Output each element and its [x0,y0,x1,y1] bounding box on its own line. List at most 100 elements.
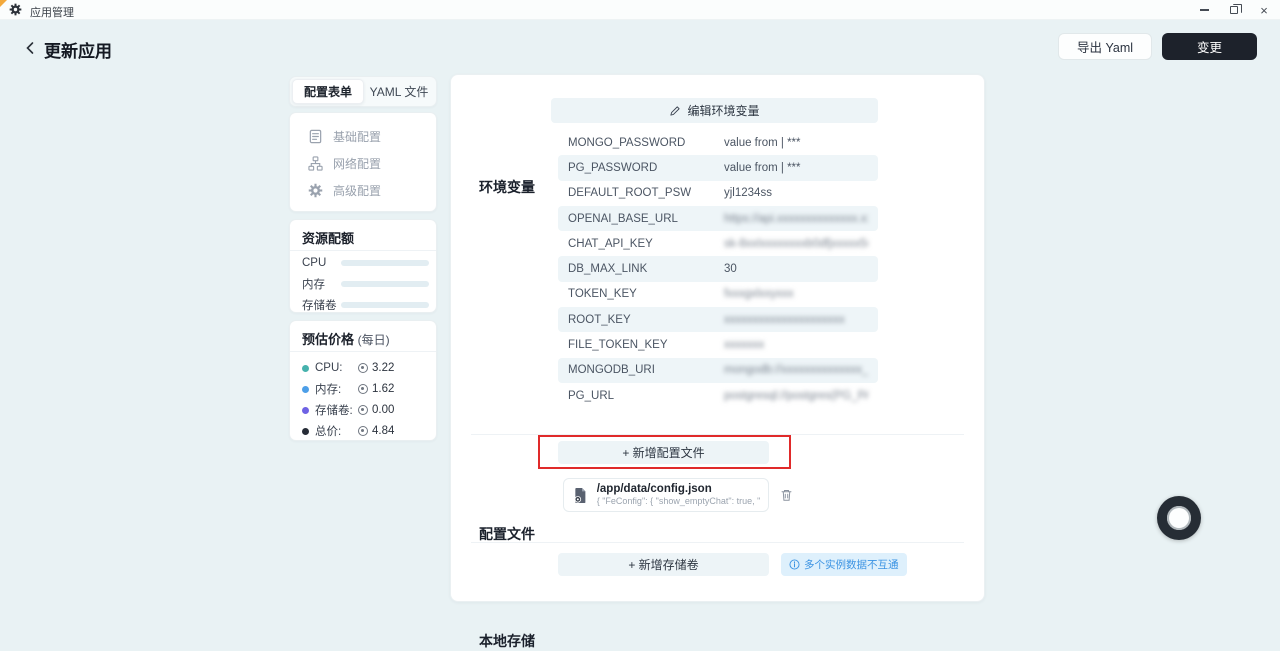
resource-quota-title: 资源配额 [302,228,354,247]
env-key: MONGO_PASSWORD [568,137,724,149]
brand-corner-decoration [0,0,7,7]
pencil-icon [669,105,681,117]
price-row-total: 总价: 4.84 [302,424,394,438]
price-label: 内存: [315,381,358,397]
edit-env-button[interactable]: 编辑环境变量 [551,98,878,123]
resource-quota-card: 资源配额 CPU 内存 存储卷 [289,219,437,313]
config-file-texts: /app/data/config.json { "FeConfig": { "s… [597,483,760,507]
config-tab-group: 配置表单 YAML 文件 [289,76,437,107]
env-row: ROOT_KEY xxxxxxxxxxxxxxxxxxxxx [558,307,878,332]
memory-progress-track [341,281,429,287]
app-logo-gear-icon [9,3,22,16]
tab-config-form[interactable]: 配置表单 [292,79,364,104]
resource-row-volume: 存储卷 [302,298,429,312]
titlebar: 应用管理 × [0,0,1280,20]
main-config-panel: 环境变量 编辑环境变量 MONGO_PASSWORD value from | … [450,74,985,602]
env-key: MONGODB_URI [568,364,724,376]
env-key: ROOT_KEY [568,314,724,326]
price-title-subtitle: (每日) [358,333,390,347]
price-value: 3.22 [372,362,394,374]
env-row: FILE_TOKEN_KEY xxxxxxx [558,332,878,357]
restore-icon [1230,6,1238,14]
gear-icon [308,183,323,198]
click-indicator [1157,496,1201,540]
section-divider [471,542,964,543]
env-row: MONGODB_URI mongodb://xxxxxxxxxxxxxx_PA5… [558,358,878,383]
sidebar-item-label: 网络配置 [333,155,381,172]
volume-color-dot [302,407,309,414]
env-key: DB_MAX_LINK [568,263,724,275]
minimize-icon [1200,9,1209,11]
env-value-redacted: xxxxxxxxxxxxxxxxxxxxx [724,314,868,326]
export-yaml-button[interactable]: 导出 Yaml [1058,33,1152,60]
resource-row-cpu: CPU [302,256,429,270]
env-row: PG_PASSWORD value from | *** [558,155,878,180]
price-title-text: 预估价格 [302,332,354,347]
env-row: OPENAI_BASE_URL https://api.xxxxxxxxxxxx… [558,206,878,231]
add-volume-button[interactable]: + 新增存储卷 [558,553,769,576]
env-row: TOKEN_KEY fxxxgxlxxyxxx [558,282,878,307]
price-row-memory: 内存: 1.62 [302,382,394,396]
price-value: 1.62 [372,383,394,395]
env-row: DEFAULT_ROOT_PSW yjl1234ss [558,181,878,206]
env-row: DB_MAX_LINK 30 [558,256,878,281]
env-value-redacted: postgresql://postgres(PG_PA55... [724,390,868,402]
env-value: value from | *** [724,137,868,149]
env-key: DEFAULT_ROOT_PSW [568,187,724,199]
coin-icon [358,384,368,394]
tab-yaml-file[interactable]: YAML 文件 [364,79,434,104]
window-minimize-button[interactable] [1189,0,1219,20]
cpu-color-dot [302,365,309,372]
env-key: FILE_TOKEN_KEY [568,339,724,351]
file-gear-icon [572,486,589,505]
coin-icon [358,405,368,415]
env-row: CHAT_API_KEY sk-8xxIxxxxxxxxb0dfjxxxxx5u… [558,231,878,256]
env-value: value from | *** [724,162,868,174]
env-value-redacted: https://api.xxxxxxxxxxxxxx.xx/v1 [724,213,868,225]
add-config-file-button[interactable]: + 新增配置文件 [558,441,769,464]
form-icon [308,129,323,144]
cpu-progress-track [341,260,429,266]
trash-icon [780,488,793,502]
sidebar-item-basic-config[interactable]: 基础配置 [290,123,436,150]
env-key: CHAT_API_KEY [568,238,724,250]
price-row-volume: 存储卷: 0.00 [302,403,394,417]
edit-env-button-label: 编辑环境变量 [687,102,759,119]
apply-button[interactable]: 变更 [1162,33,1257,60]
total-color-dot [302,428,309,435]
env-key: OPENAI_BASE_URL [568,213,724,225]
divider [290,351,436,352]
env-value: yjl1234ss [724,187,868,199]
storage-notice-text: 多个实例数据不互通 [804,557,899,572]
window-restore-button[interactable] [1219,0,1249,20]
resource-row-memory: 内存 [302,277,429,291]
config-file-preview: { "FeConfig": { "show_emptyChat": true, … [597,496,760,507]
back-button[interactable] [20,38,40,58]
divider [290,250,436,251]
estimated-price-card: 预估价格 (每日) CPU: 3.22 内存: 1.62 存储卷: 0.00 总… [289,320,437,441]
price-label: 存储卷: [315,402,358,418]
sidebar-item-advanced-config[interactable]: 高级配置 [290,177,436,204]
config-file-card[interactable]: /app/data/config.json { "FeConfig": { "s… [563,478,769,512]
sidebar-item-label: 基础配置 [333,128,381,145]
coin-icon [358,363,368,373]
env-key: PG_URL [568,390,724,402]
coin-icon [358,426,368,436]
price-value: 0.00 [372,404,394,416]
resource-label: 存储卷 [302,297,341,313]
delete-config-file-button[interactable] [777,486,795,504]
window-close-button[interactable]: × [1249,0,1279,20]
config-file-path: /app/data/config.json [597,483,760,496]
env-value-redacted: fxxxgxlxxyxxx [724,288,868,300]
env-section-title: 环境变量 [479,177,535,197]
price-row-cpu: CPU: 3.22 [302,361,394,375]
env-row: MONGO_PASSWORD value from | *** [558,130,878,155]
env-row: PG_URL postgresql://postgres(PG_PA55... [558,383,878,408]
sidebar-item-network-config[interactable]: 网络配置 [290,150,436,177]
price-value: 4.84 [372,425,394,437]
network-icon [308,156,323,171]
env-value-redacted: sk-8xxIxxxxxxxxb0dfjxxxxx5u2d... [724,238,868,250]
memory-color-dot [302,386,309,393]
resource-label: 内存 [302,276,341,292]
resource-label: CPU [302,257,341,269]
